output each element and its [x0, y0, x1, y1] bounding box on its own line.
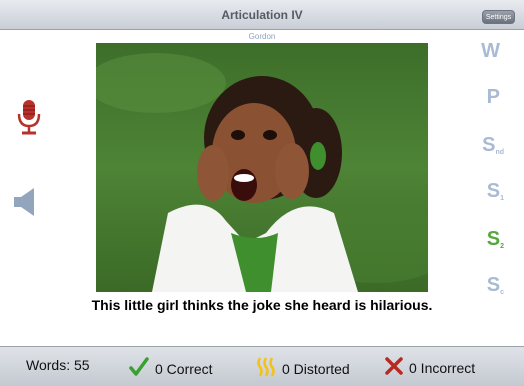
- level-letter: S: [486, 180, 501, 202]
- settings-button[interactable]: Settings: [482, 10, 515, 24]
- level-letter: S: [486, 228, 501, 250]
- level-button-3[interactable]: S1: [487, 180, 504, 203]
- distorted-button[interactable]: 0 Distorted: [256, 357, 350, 380]
- level-subscript: 1: [500, 195, 504, 202]
- microphone-icon[interactable]: [16, 98, 42, 136]
- incorrect-button[interactable]: 0 Incorrect: [385, 357, 475, 378]
- level-subscript: nd: [495, 149, 504, 156]
- level-letter: S: [486, 274, 501, 296]
- level-letter: W: [481, 40, 500, 62]
- target-sentence: This little girl thinks the joke she hea…: [91, 297, 433, 313]
- level-subscript: 2: [500, 243, 504, 250]
- level-button-1[interactable]: P: [487, 86, 500, 109]
- level-button-0[interactable]: W: [481, 40, 500, 63]
- level-button-2[interactable]: Snd: [482, 134, 504, 157]
- target-word-photo: [96, 43, 428, 292]
- correct-button[interactable]: 0 Correct: [129, 357, 213, 380]
- x-mark-icon: [385, 357, 403, 378]
- words-count: Words: 55: [26, 357, 90, 373]
- level-subscript: c: [500, 289, 504, 296]
- checkmark-icon: [129, 357, 149, 380]
- level-button-5[interactable]: Sc: [487, 274, 504, 297]
- wavy-lines-icon: [256, 357, 276, 380]
- level-letter: S: [482, 134, 496, 156]
- level-button-4[interactable]: S2: [487, 228, 504, 251]
- speaker-icon[interactable]: [13, 186, 37, 218]
- title-bar: Articulation IV Settings: [0, 0, 524, 30]
- student-name: Gordon: [248, 32, 276, 41]
- level-letter: P: [486, 86, 500, 108]
- app-title: Articulation IV: [221, 8, 303, 22]
- score-bar: Words: 55 0 Correct 0 Distorted 0 Incorr…: [0, 346, 524, 386]
